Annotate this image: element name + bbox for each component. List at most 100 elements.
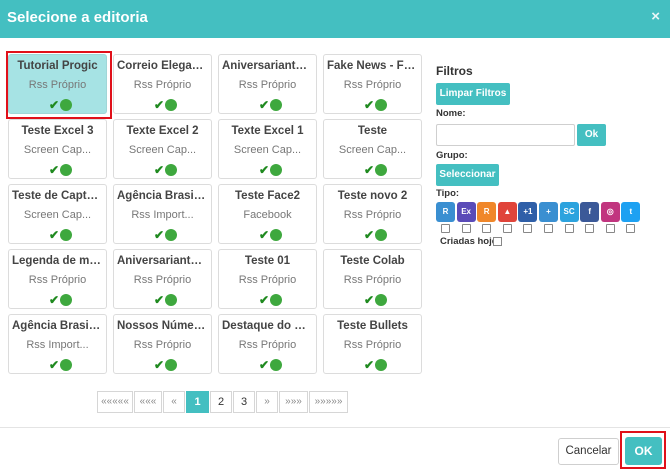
card-source: Rss Próprio — [343, 274, 402, 286]
card-status: ✔ — [114, 359, 211, 372]
card-source: Facebook — [243, 209, 292, 221]
editoria-card[interactable]: Agência Brasil - ... Rss Import... ✔ — [113, 184, 212, 244]
clear-filters-button[interactable]: Limpar Filtros — [436, 83, 510, 105]
page-number-button[interactable]: 1 — [186, 391, 209, 413]
type-checkbox[interactable] — [544, 224, 553, 233]
card-source: Rss Próprio — [133, 339, 192, 351]
created-today-label: Criadas hoje — [440, 236, 498, 247]
type-checkbox[interactable] — [523, 224, 533, 233]
name-label: Nome: — [436, 108, 466, 119]
card-title: Texte Excel 2 — [126, 125, 199, 137]
card-status: ✔ — [324, 294, 421, 307]
twitter-icon: t — [621, 202, 641, 222]
page-nav-button[interactable]: « — [163, 391, 185, 413]
card-status: ✔ — [219, 229, 316, 242]
card-title: Destaque do M... — [222, 320, 313, 332]
editoria-card[interactable]: Fake News - Fe... Rss Próprio ✔ — [323, 54, 422, 114]
card-status: ✔ — [219, 294, 316, 307]
card-status: ✔ — [219, 99, 316, 112]
check-icon: ✔ — [154, 98, 165, 112]
type-checkbox[interactable] — [626, 224, 636, 233]
editoria-card[interactable]: Teste Face2 Facebook ✔ — [218, 184, 317, 244]
editoria-card[interactable]: Texte Excel 1 Screen Cap... ✔ — [218, 119, 317, 179]
card-status: ✔ — [9, 359, 106, 372]
type-checkbox[interactable] — [564, 224, 574, 233]
name-input[interactable] — [436, 124, 575, 146]
card-title: Legenda de mol... — [12, 255, 103, 267]
status-dot-icon — [60, 294, 72, 306]
card-source: Rss Próprio — [238, 339, 297, 351]
type-checkbox[interactable] — [441, 224, 450, 233]
status-dot-icon — [165, 294, 177, 306]
check-icon: ✔ — [154, 163, 165, 177]
status-dot-icon — [270, 164, 282, 176]
editoria-card[interactable]: Teste Excel 3 Screen Cap... ✔ — [8, 119, 107, 179]
editoria-card[interactable]: Teste 01 Rss Próprio ✔ — [218, 249, 317, 309]
close-icon[interactable]: × — [651, 8, 660, 25]
rss-own-icon: R — [477, 202, 497, 222]
editoria-card[interactable]: Nossos Número... Rss Próprio ✔ — [113, 314, 212, 374]
card-title: Teste de Captur... — [12, 190, 103, 202]
type-checkbox[interactable] — [605, 224, 615, 233]
editoria-card[interactable]: Texte Excel 2 Screen Cap... ✔ — [113, 119, 212, 179]
created-today-checkbox[interactable] — [493, 237, 502, 246]
page-nav-button[interactable]: ««« — [134, 391, 162, 413]
editoria-card[interactable]: Teste Colab Rss Próprio ✔ — [323, 249, 422, 309]
card-title: Teste novo 2 — [337, 190, 408, 202]
editoria-card[interactable]: Teste novo 2 Rss Próprio ✔ — [323, 184, 422, 244]
modal-header: Selecione a editoria × — [0, 0, 670, 38]
page-number-button[interactable]: 2 — [210, 391, 232, 413]
name-ok-button[interactable]: Ok — [577, 124, 606, 146]
ok-button[interactable]: OK — [625, 437, 662, 465]
check-icon: ✔ — [49, 163, 60, 177]
editoria-card[interactable]: Destaque do M... Rss Próprio ✔ — [218, 314, 317, 374]
card-status: ✔ — [114, 99, 211, 112]
check-icon: ✔ — [49, 293, 60, 307]
status-dot-icon — [375, 294, 387, 306]
select-group-button[interactable]: Seleccionar — [436, 164, 499, 186]
status-dot-icon — [165, 164, 177, 176]
editoria-card[interactable]: Legenda de mol... Rss Próprio ✔ — [8, 249, 107, 309]
rss-imported-icon: R — [436, 202, 455, 222]
type-checkbox[interactable] — [482, 224, 492, 233]
type-label: Tipo: — [436, 188, 460, 199]
editoria-card[interactable]: Aniversariantes... Rss Próprio ✔ — [218, 54, 317, 114]
editoria-card[interactable]: Agência Brasil - ... Rss Import... ✔ — [8, 314, 107, 374]
modal-title: Selecione a editoria — [7, 9, 148, 26]
card-source: Screen Cap... — [23, 209, 92, 221]
editoria-card[interactable]: Aniversariantes... Rss Próprio ✔ — [113, 249, 212, 309]
check-icon: ✔ — [154, 293, 165, 307]
card-source: Rss Import... — [26, 339, 89, 351]
type-checkbox[interactable] — [461, 224, 471, 233]
editoria-card[interactable]: Correio Elegant... Rss Próprio ✔ — [113, 54, 212, 114]
editoria-card[interactable]: Teste Screen Cap... ✔ — [323, 119, 422, 179]
page-number-button[interactable]: 3 — [233, 391, 255, 413]
status-dot-icon — [165, 359, 177, 371]
status-dot-icon — [375, 359, 387, 371]
editoria-card[interactable]: Teste de Captur... Screen Cap... ✔ — [8, 184, 107, 244]
check-icon: ✔ — [154, 358, 165, 372]
card-status: ✔ — [324, 359, 421, 372]
page-nav-button[interactable]: »»»»» — [309, 391, 348, 413]
card-status: ✔ — [324, 229, 421, 242]
status-dot-icon — [270, 99, 282, 111]
page-nav-button[interactable]: »»» — [279, 391, 308, 413]
page-nav-button[interactable]: » — [256, 391, 278, 413]
card-status: ✔ — [114, 229, 211, 242]
card-title: Teste Face2 — [235, 190, 300, 202]
card-title: Teste — [357, 125, 388, 137]
cancel-button[interactable]: Cancelar — [558, 438, 619, 465]
card-status: ✔ — [219, 359, 316, 372]
status-dot-icon — [375, 99, 387, 111]
editoria-card[interactable]: Teste Bullets Rss Próprio ✔ — [323, 314, 422, 374]
type-checkbox[interactable] — [585, 224, 595, 233]
card-source: Rss Próprio — [133, 79, 192, 91]
page-nav-button[interactable]: ««««« — [97, 391, 133, 413]
card-title: Teste Bullets — [337, 320, 408, 332]
card-source: Rss Próprio — [343, 79, 402, 91]
card-title: Texte Excel 1 — [231, 125, 304, 137]
screen-capture-icon: SC — [559, 202, 579, 222]
card-source: Screen Cap... — [23, 144, 92, 156]
type-checkbox[interactable] — [502, 224, 512, 233]
card-source: Rss Próprio — [28, 274, 87, 286]
